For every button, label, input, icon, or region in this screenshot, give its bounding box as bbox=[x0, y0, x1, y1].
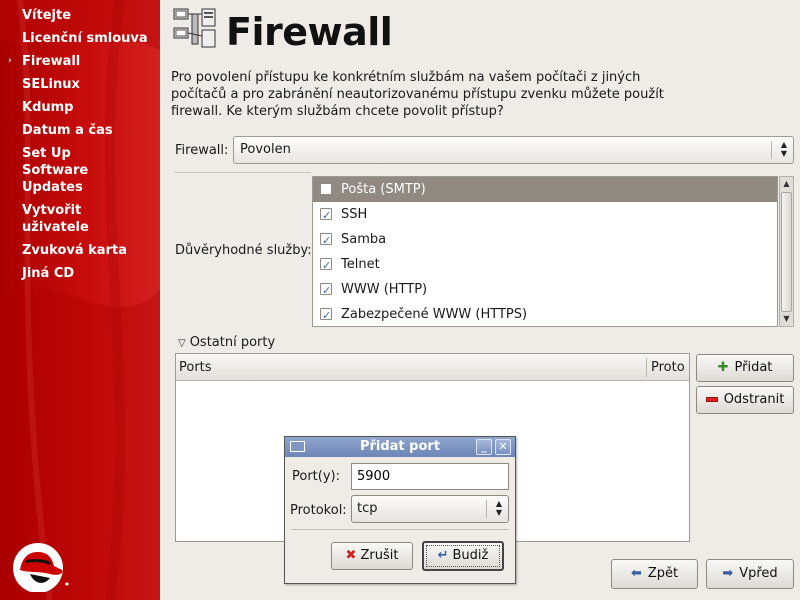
service-row-http[interactable]: WWW (HTTP) bbox=[313, 277, 777, 303]
service-checkbox[interactable] bbox=[320, 278, 332, 303]
window-icon bbox=[290, 441, 305, 452]
sidebar-item-vitejte: Vítejte bbox=[22, 8, 72, 23]
dialog-titlebar[interactable]: Přidat port _ ✕ bbox=[285, 437, 515, 457]
protocol-select[interactable]: tcp ▲ ▼ bbox=[351, 495, 509, 523]
scroll-up-arrow-icon[interactable]: ▲ bbox=[780, 177, 793, 191]
port-input[interactable] bbox=[351, 463, 509, 490]
sidebar-item-jina-cd: Jiná CD bbox=[22, 266, 75, 281]
trusted-services-list: Pošta (SMTP) SSH Samba Telnet WWW (HTTP)… bbox=[312, 176, 778, 327]
dialog-title: Přidat port bbox=[359, 439, 441, 454]
firewall-icon bbox=[173, 8, 216, 48]
firewall-select[interactable]: Povolen ▲ ▼ bbox=[233, 136, 794, 164]
divider bbox=[174, 172, 311, 173]
column-header-proto[interactable]: Proto bbox=[651, 360, 685, 375]
service-checkbox[interactable] bbox=[320, 203, 332, 228]
service-row-smtp[interactable]: Pošta (SMTP) bbox=[313, 177, 777, 202]
sidebar-item-selinux: SELinux bbox=[22, 77, 80, 92]
service-row-samba[interactable]: Samba bbox=[313, 227, 777, 253]
sidebar: Vítejte Licenční smlouva › Firewall SELin… bbox=[0, 0, 160, 600]
service-checkbox[interactable] bbox=[320, 253, 332, 278]
sidebar-item-licence: Licenční smlouva bbox=[22, 31, 148, 46]
service-checkbox[interactable] bbox=[320, 303, 332, 326]
updown-arrows-icon: ▲ ▼ bbox=[780, 140, 787, 158]
sidebar-nav: Vítejte Licenční smlouva › Firewall SELin… bbox=[0, 7, 160, 288]
service-row-https[interactable]: Zabezpečené WWW (HTTPS) bbox=[313, 302, 777, 326]
dialog-divider bbox=[291, 529, 509, 530]
service-checkbox[interactable] bbox=[320, 183, 332, 195]
add-port-dialog: Přidat port _ ✕ Port(y): Protokol: tcp ▲… bbox=[284, 436, 516, 584]
back-button[interactable]: ⬅ Zpět bbox=[611, 559, 698, 589]
service-row-ssh[interactable]: SSH bbox=[313, 202, 777, 228]
services-scrollbar[interactable]: ▲ ▼ bbox=[779, 176, 794, 327]
minus-icon bbox=[705, 397, 718, 402]
scroll-down-arrow-icon[interactable]: ▼ bbox=[780, 312, 793, 326]
column-header-ports[interactable]: Ports bbox=[179, 360, 212, 375]
focus-ring bbox=[426, 545, 500, 567]
redhat-logo-icon bbox=[13, 543, 69, 592]
sidebar-item-kdump: Kdump bbox=[22, 100, 74, 115]
sidebar-item-zvukova-karta: Zvuková karta bbox=[22, 243, 127, 258]
minimize-icon[interactable]: _ bbox=[476, 439, 492, 455]
sidebar-item-datum: Datum a čas bbox=[22, 123, 113, 138]
plus-icon: ✚ bbox=[717, 360, 729, 375]
ok-button[interactable]: ↵ Budiž bbox=[422, 541, 504, 571]
column-separator bbox=[646, 358, 647, 377]
protocol-label: Protokol: bbox=[290, 503, 347, 518]
service-checkbox[interactable] bbox=[320, 228, 332, 253]
protocol-select-value: tcp bbox=[357, 501, 378, 516]
close-icon[interactable]: ✕ bbox=[495, 439, 511, 455]
page-title: Firewall bbox=[226, 10, 393, 54]
sidebar-item-software-updates: Set Up Software Updates bbox=[22, 146, 89, 195]
sidebar-item-firewall: › Firewall bbox=[8, 54, 81, 69]
combo-separator bbox=[486, 500, 487, 518]
arrow-left-icon: ⬅ bbox=[630, 566, 642, 581]
updown-arrows-icon: ▲ ▼ bbox=[495, 499, 502, 517]
add-port-button[interactable]: ✚ Přidat bbox=[696, 354, 794, 382]
cancel-button[interactable]: ✖ Zrušit bbox=[331, 542, 413, 570]
other-ports-expander[interactable]: ▽ Ostatní porty bbox=[178, 335, 275, 350]
port-label: Port(y): bbox=[292, 469, 340, 484]
cancel-x-icon: ✖ bbox=[345, 548, 357, 563]
sidebar-item-vytvorit-uzivatele: Vytvořit uživatele bbox=[22, 203, 89, 235]
forward-button[interactable]: ➡ Vpřed bbox=[706, 559, 794, 589]
arrow-right-icon: ➡ bbox=[722, 566, 734, 581]
ports-table-header: Ports Proto bbox=[176, 354, 689, 381]
firewall-label: Firewall: bbox=[175, 143, 229, 158]
expander-triangle-icon: ▽ bbox=[178, 338, 186, 349]
remove-port-button[interactable]: Odstranit bbox=[696, 386, 794, 414]
current-step-marker-icon: › bbox=[8, 56, 12, 66]
service-row-telnet[interactable]: Telnet bbox=[313, 252, 777, 278]
scroll-thumb[interactable] bbox=[781, 192, 792, 312]
trusted-services-label: Důvěryhodné služby: bbox=[175, 243, 312, 258]
combo-separator bbox=[771, 141, 772, 159]
page-description: Pro povolení přístupu ke konkrétním služ… bbox=[171, 70, 664, 119]
firewall-select-value: Povolen bbox=[240, 142, 291, 157]
